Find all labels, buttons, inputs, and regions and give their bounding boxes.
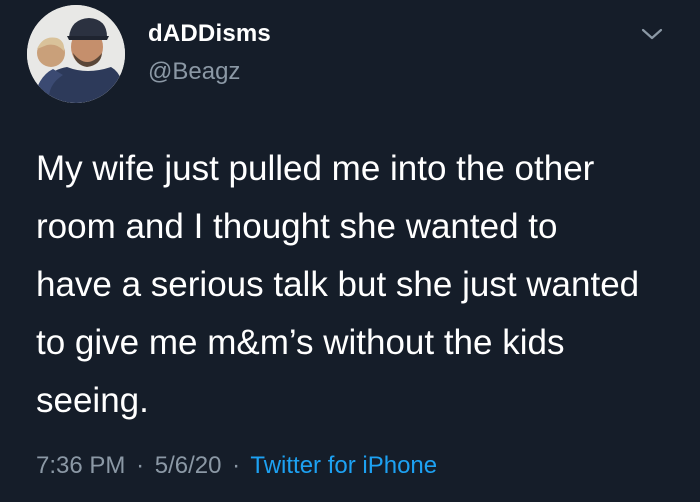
meta-separator: · [136, 452, 145, 479]
tweet-text-line: have a serious talk but she just wanted [36, 265, 640, 304]
tweet-card: dADDisms @Beagz My wife just pulled me i… [0, 0, 700, 502]
tweet-text-line: My wife just pulled me into the other [36, 149, 595, 188]
tweet-text-line: room and I thought she wanted to [36, 207, 558, 246]
tweet-text-line: seeing. [36, 381, 149, 420]
tweet-text: My wife just pulled me into the other ro… [36, 140, 686, 430]
tweet-text-line: to give me m&m’s without the kids [36, 323, 565, 362]
avatar-photo [27, 5, 125, 103]
tweet-time[interactable]: 7:36 PM [36, 452, 125, 479]
author-handle[interactable]: @Beagz [148, 58, 240, 86]
author-display-name[interactable]: dADDisms [148, 20, 271, 48]
tweet-date[interactable]: 5/6/20 [155, 452, 222, 479]
avatar[interactable] [27, 5, 125, 103]
chevron-down-icon[interactable] [640, 26, 664, 42]
meta-separator: · [232, 452, 241, 479]
tweet-source-link[interactable]: Twitter for iPhone [250, 452, 437, 479]
tweet-metadata: 7:36 PM · 5/6/20 · Twitter for iPhone [36, 452, 437, 480]
